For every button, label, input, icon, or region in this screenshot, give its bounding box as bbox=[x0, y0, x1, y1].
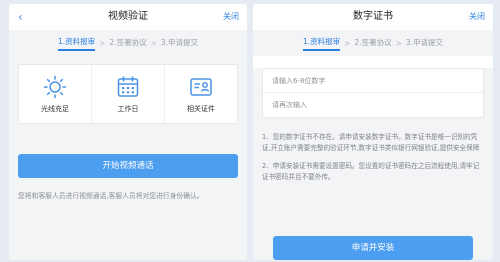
notice-text: 您将和客服人员进行视频通话,客服人员将对您进行身份确认。 bbox=[18, 192, 204, 200]
content: 光线充足 工作日 相关证件 开始视频通话 您将和客服人员进行视频通话,客服人员将… bbox=[9, 56, 247, 260]
chevron-right-icon: > bbox=[99, 38, 106, 48]
feature-label: 工作日 bbox=[117, 104, 139, 113]
chevron-right-icon: > bbox=[150, 38, 157, 48]
password-form bbox=[262, 68, 484, 118]
requirement-documents: 相关证件 bbox=[165, 65, 237, 123]
step-3: 3.申请提交 bbox=[160, 37, 199, 47]
requirements-card: 光线充足 工作日 相关证件 bbox=[18, 64, 238, 124]
close-button[interactable]: 关闭 bbox=[223, 4, 239, 30]
video-verification-panel: ‹ 视频验证 关闭 1.资料报审 > 2.签署协议 > 3.申请提交 光线充足 … bbox=[9, 4, 247, 260]
start-video-call-button[interactable]: 开始视频通话 bbox=[18, 154, 238, 178]
requirement-lighting: 光线充足 bbox=[19, 65, 92, 123]
step-indicator: 1.资料报审 > 2.签署协议 > 3.申请提交 bbox=[9, 30, 247, 56]
step-3: 3.申请提交 bbox=[405, 37, 444, 47]
requirement-workday: 工作日 bbox=[92, 65, 165, 123]
instructions: 1、您的数字证书不存在。请申请安装数字证书。数字证书是唯一识别的凭证,开立账户需… bbox=[262, 132, 484, 182]
id-card-icon bbox=[190, 77, 212, 96]
page-title: 数字证书 bbox=[353, 11, 393, 22]
instruction-1: 1、您的数字证书不存在。请申请安装数字证书。数字证书是唯一识别的凭证,开立账户需… bbox=[262, 133, 480, 152]
content: 1、您的数字证书不存在。请申请安装数字证书。数字证书是唯一识别的凭证,开立账户需… bbox=[253, 68, 493, 260]
instruction-2: 2、申请安装证书需要设置密码。您设置的证书密码在之后流程使用,请牢记证书密码并且… bbox=[262, 162, 480, 181]
header: ‹ 视频验证 关闭 bbox=[9, 4, 247, 30]
digital-certificate-panel: 数字证书 关闭 1.资料报审 > 2.签署协议 > 3.申请提交 1、您的数字证… bbox=[253, 4, 493, 260]
feature-label: 相关证件 bbox=[187, 104, 215, 113]
calendar-icon bbox=[117, 75, 139, 97]
confirm-row bbox=[263, 93, 483, 117]
header: 数字证书 关闭 bbox=[253, 4, 493, 30]
close-button[interactable]: 关闭 bbox=[469, 4, 485, 30]
confirm-password-input[interactable] bbox=[272, 101, 483, 109]
apply-install-button[interactable]: 申请并安装 bbox=[273, 236, 473, 260]
password-input[interactable] bbox=[272, 76, 483, 85]
step-2: 2.签署协议 bbox=[354, 37, 392, 47]
sun-icon bbox=[43, 75, 67, 98]
feature-label: 光线充足 bbox=[41, 104, 69, 113]
chevron-left-icon[interactable]: ‹ bbox=[18, 4, 23, 30]
step-indicator: 1.资料报审 > 2.签署协议 > 3.申请提交 bbox=[253, 30, 493, 56]
step-1: 1.资料报审 bbox=[302, 36, 341, 51]
page-title: 视频验证 bbox=[108, 11, 148, 22]
chevron-right-icon: > bbox=[395, 38, 402, 48]
step-1: 1.资料报审 bbox=[57, 36, 96, 51]
password-row bbox=[263, 69, 483, 93]
chevron-right-icon: > bbox=[344, 38, 351, 48]
step-2: 2.签署协议 bbox=[109, 37, 147, 47]
